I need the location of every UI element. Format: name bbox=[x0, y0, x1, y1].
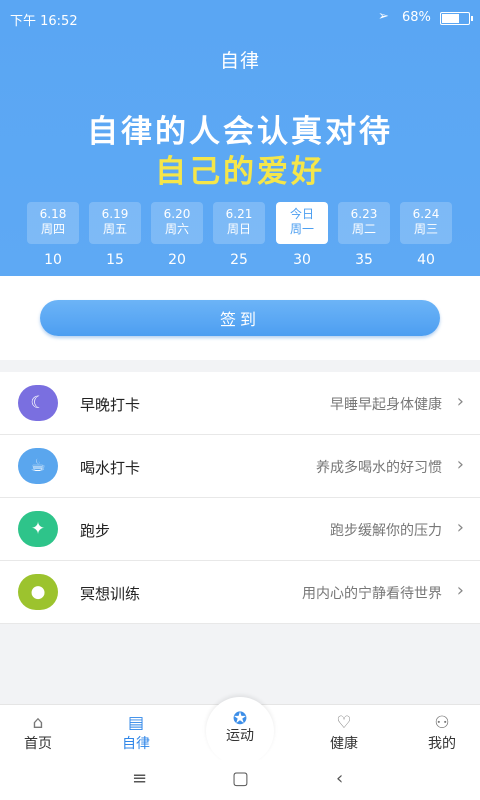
day-item[interactable]: 6.23 周二 35 bbox=[338, 202, 392, 268]
day-item[interactable]: 6.20 周六 20 bbox=[151, 202, 205, 268]
book-icon: ▤ bbox=[127, 713, 145, 733]
item-desc: 跑步缓解你的压力 bbox=[330, 523, 442, 539]
day-value: 25 bbox=[230, 252, 248, 268]
runner-icon: ✦ bbox=[18, 511, 58, 547]
home-icon: ⌂ bbox=[32, 713, 44, 733]
day-item[interactable]: 6.19 周五 15 bbox=[89, 202, 143, 268]
day-box[interactable]: 6.24 周三 bbox=[400, 202, 452, 244]
tab-label: 首页 bbox=[24, 736, 52, 752]
banner-line-2: 自己的爱好 bbox=[155, 154, 325, 190]
chevron-right-icon: › bbox=[456, 391, 464, 412]
day-item[interactable]: 6.18 周四 10 bbox=[27, 202, 81, 268]
system-nav-bar: ≡ ▢ ‹ bbox=[0, 760, 480, 800]
status-bar: 下午 16:52 ➢ 68% bbox=[0, 0, 480, 36]
item-name: 早晚打卡 bbox=[80, 396, 141, 414]
bottom-tab-bar: ⌂ 首页 ▤ 自律 ✪ 运动 ♡ 健康 ⚇ 我的 bbox=[0, 697, 480, 765]
tab-self-discipline[interactable]: ▤ 自律 bbox=[98, 705, 174, 761]
day-weekday: 周二 bbox=[351, 222, 376, 236]
person-icon: ⚇ bbox=[434, 713, 450, 733]
day-strip: 6.18 周四 10 6.19 周五 15 6.20 周六 20 6.21 周日 25 … bbox=[27, 202, 457, 272]
menu-icon[interactable]: ≡ bbox=[132, 768, 147, 789]
item-desc: 养成多喝水的好习惯 bbox=[316, 460, 442, 476]
day-box[interactable]: 6.18 周四 bbox=[27, 202, 79, 244]
day-date: 6.20 bbox=[163, 207, 191, 221]
day-value: 10 bbox=[44, 252, 62, 268]
day-value: 40 bbox=[417, 252, 435, 268]
sport-runner-icon: ✪ bbox=[232, 709, 248, 729]
list-item-running[interactable]: ✦ 跑步 跑步缓解你的压力 › bbox=[0, 498, 480, 561]
day-box[interactable]: 6.19 周五 bbox=[89, 202, 141, 244]
item-name: 跑步 bbox=[80, 522, 111, 540]
day-weekday: 周六 bbox=[164, 222, 189, 236]
day-weekday: 周四 bbox=[40, 222, 65, 236]
habit-list: ☾ 早晚打卡 早睡早起身体健康 › ☕ 喝水打卡 养成多喝水的好习惯 › ✦ 跑… bbox=[0, 372, 480, 624]
day-box[interactable]: 6.23 周二 bbox=[338, 202, 390, 244]
heart-icon: ♡ bbox=[336, 713, 352, 733]
chevron-right-icon: › bbox=[456, 580, 464, 601]
banner-line-1: 自律的人会认真对待 bbox=[87, 114, 393, 150]
battery-fill bbox=[442, 14, 459, 23]
day-weekday: 周日 bbox=[226, 222, 251, 236]
list-item-water[interactable]: ☕ 喝水打卡 养成多喝水的好习惯 › bbox=[0, 435, 480, 498]
location-arrow-icon: ➢ bbox=[378, 9, 389, 24]
chevron-right-icon: › bbox=[456, 454, 464, 475]
tab-label: 健康 bbox=[330, 736, 358, 752]
tab-label: 自律 bbox=[122, 736, 150, 752]
list-item-meditation[interactable]: ● 冥想训练 用内心的宁静看待世界 › bbox=[0, 561, 480, 624]
day-value: 35 bbox=[355, 252, 373, 268]
tab-mine[interactable]: ⚇ 我的 bbox=[404, 705, 480, 761]
day-item[interactable]: 6.24 周三 40 bbox=[400, 202, 454, 268]
day-date: 今日 bbox=[289, 207, 314, 221]
day-box[interactable]: 今日 周一 bbox=[276, 202, 328, 244]
tab-sport[interactable]: ✪ 运动 bbox=[202, 697, 278, 765]
day-date: 6.24 bbox=[412, 207, 440, 221]
header-area: 下午 16:52 ➢ 68% 自律 自律的人会认真对待 自己的爱好 6.18 周四… bbox=[0, 0, 480, 276]
day-box[interactable]: 6.20 周六 bbox=[151, 202, 203, 244]
sign-in-section: 签到 bbox=[0, 276, 480, 360]
sign-in-button[interactable]: 签到 bbox=[40, 300, 440, 336]
item-desc: 早睡早起身体健康 bbox=[330, 397, 442, 413]
day-date: 6.23 bbox=[350, 207, 378, 221]
day-value: 30 bbox=[293, 252, 311, 268]
day-date: 6.21 bbox=[225, 207, 253, 221]
day-weekday: 周一 bbox=[289, 222, 314, 236]
back-icon[interactable]: ‹ bbox=[336, 768, 343, 789]
home-square-icon[interactable]: ▢ bbox=[232, 768, 249, 789]
day-value: 20 bbox=[168, 252, 186, 268]
day-date: 6.19 bbox=[101, 207, 129, 221]
tab-health[interactable]: ♡ 健康 bbox=[306, 705, 382, 761]
day-value: 15 bbox=[106, 252, 124, 268]
day-box[interactable]: 6.21 周日 bbox=[213, 202, 265, 244]
battery-percent: 68% bbox=[402, 10, 431, 25]
tab-label: 我的 bbox=[428, 736, 456, 752]
day-item-today[interactable]: 今日 周一 30 bbox=[276, 202, 330, 268]
item-name: 喝水打卡 bbox=[80, 459, 141, 477]
lightbulb-icon: ● bbox=[18, 574, 58, 610]
day-weekday: 周五 bbox=[102, 222, 127, 236]
list-item-morning-night[interactable]: ☾ 早晚打卡 早睡早起身体健康 › bbox=[0, 372, 480, 435]
tab-home[interactable]: ⌂ 首页 bbox=[0, 705, 76, 761]
battery-icon bbox=[440, 12, 473, 25]
cup-icon: ☕ bbox=[18, 448, 58, 484]
status-time: 下午 16:52 bbox=[10, 14, 78, 29]
day-item[interactable]: 6.21 周日 25 bbox=[213, 202, 267, 268]
tab-label: 运动 bbox=[226, 728, 254, 744]
item-desc: 用内心的宁静看待世界 bbox=[302, 586, 442, 602]
chevron-right-icon: › bbox=[456, 517, 464, 538]
day-date: 6.18 bbox=[39, 207, 67, 221]
day-weekday: 周三 bbox=[413, 222, 438, 236]
moon-icon: ☾ bbox=[18, 385, 58, 421]
page-title: 自律 bbox=[219, 50, 260, 72]
item-name: 冥想训练 bbox=[80, 585, 141, 603]
